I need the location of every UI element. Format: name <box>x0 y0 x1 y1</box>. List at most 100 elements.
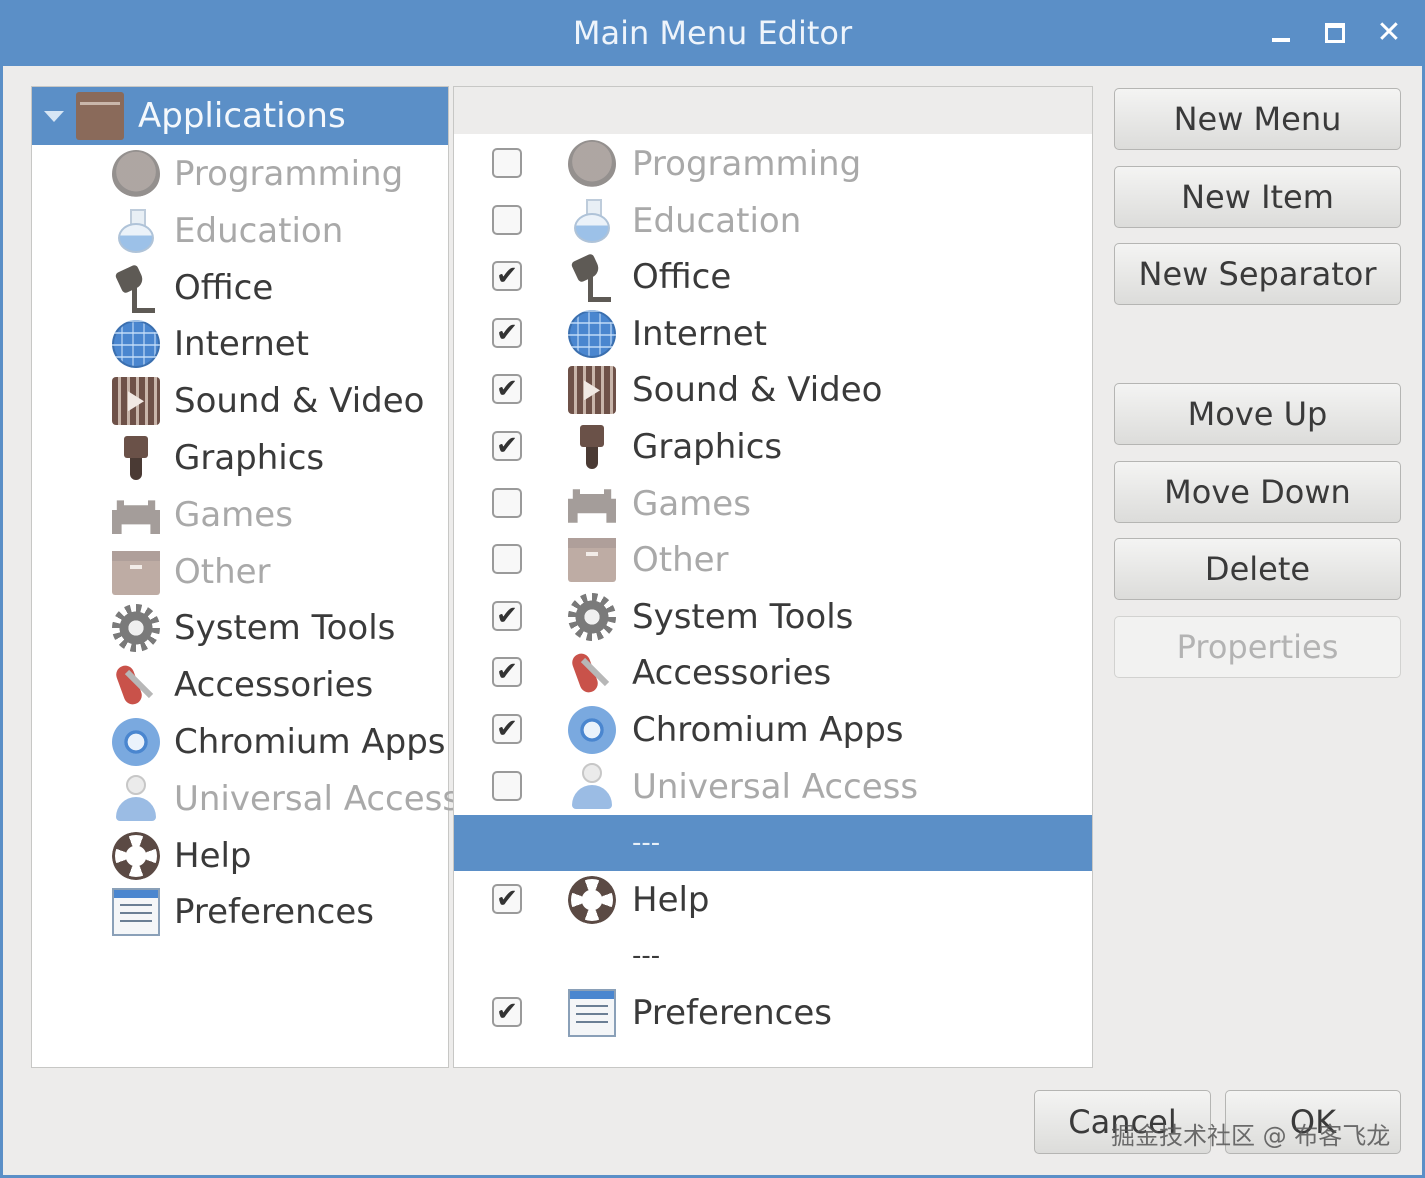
tree-item-internet[interactable]: Internet <box>112 316 309 372</box>
list-row-separator[interactable]: --- <box>454 815 1092 872</box>
list-row-help[interactable]: ✔ Help <box>454 872 1092 928</box>
visibility-checkbox[interactable]: ✔ <box>492 883 522 914</box>
menu-items-list[interactable]: Programming Education ✔ Office ✔ Internet ✔ Sou… <box>453 86 1093 1068</box>
list-row-label: Graphics <box>632 427 783 467</box>
tree-item-graphics[interactable]: Graphics <box>112 430 324 486</box>
maximize-icon[interactable] <box>1320 18 1350 48</box>
visibility-checkbox[interactable]: ✔ <box>492 657 522 688</box>
universal-access-icon <box>568 762 616 811</box>
new-menu-button[interactable]: New Menu <box>1114 88 1401 150</box>
system-tools-icon <box>568 592 616 641</box>
tree-item-label: Preferences <box>174 892 374 933</box>
move-down-button[interactable]: Move Down <box>1114 461 1401 523</box>
folder-icon <box>76 92 124 140</box>
tree-item-education[interactable]: Education <box>112 203 343 259</box>
tree-item-system-tools[interactable]: System Tools <box>112 600 395 656</box>
visibility-checkbox[interactable]: ✔ <box>492 261 522 292</box>
tree-item-programming[interactable]: Programming <box>112 146 403 202</box>
tree-item-other[interactable]: Other <box>112 544 271 600</box>
list-row-universal-access[interactable]: Universal Access <box>454 759 1092 815</box>
preferences-icon <box>568 989 616 1037</box>
office-icon <box>568 253 616 303</box>
tree-item-universal-access[interactable]: Universal Access <box>112 771 460 827</box>
new-separator-button[interactable]: New Separator <box>1114 243 1401 305</box>
tree-item-label: Universal Access <box>174 778 461 819</box>
list-row-accessories[interactable]: ✔ Accessories <box>454 645 1092 701</box>
internet-icon <box>112 320 160 369</box>
accessories-icon <box>112 661 160 709</box>
tree-item-games[interactable]: Games <box>112 487 293 543</box>
education-icon <box>112 207 160 255</box>
universal-access-icon <box>112 774 160 823</box>
tree-item-label: Graphics <box>174 438 325 478</box>
watermark-text: 掘金技术社区 @ 布客飞龙 <box>1111 1122 1391 1150</box>
title-bar: Main Menu Editor ✕ <box>3 0 1422 66</box>
help-icon <box>568 875 616 924</box>
system-tools-icon <box>112 604 160 653</box>
list-row-label: Office <box>632 257 732 298</box>
tree-item-sound-and-video[interactable]: Sound & Video <box>112 373 424 429</box>
visibility-checkbox[interactable]: ✔ <box>492 714 522 744</box>
sound-video-icon <box>568 366 616 415</box>
tree-item-label: Games <box>174 494 293 535</box>
close-icon[interactable]: ✕ <box>1374 18 1404 48</box>
games-icon <box>112 500 160 534</box>
tree-item-office[interactable]: Office <box>112 260 273 316</box>
delete-button[interactable]: Delete <box>1114 538 1401 600</box>
visibility-checkbox[interactable]: ✔ <box>492 317 522 348</box>
visibility-checkbox[interactable] <box>492 487 522 518</box>
tree-item-chromium-apps[interactable]: Chromium Apps <box>112 714 446 770</box>
menu-tree[interactable]: Applications Programming Education Office I… <box>31 86 460 1068</box>
list-row-chromium-apps[interactable]: ✔ Chromium Apps <box>454 702 1092 758</box>
other-icon <box>112 550 160 595</box>
tree-item-accessories[interactable]: Accessories <box>112 657 373 713</box>
list-row-internet[interactable]: ✔ Internet <box>454 306 1092 362</box>
chromium-icon <box>112 718 160 766</box>
internet-icon <box>568 309 616 358</box>
list-row-games[interactable]: Games <box>454 476 1092 532</box>
visibility-checkbox[interactable]: ✔ <box>492 374 522 405</box>
visibility-checkbox[interactable]: ✔ <box>492 431 522 461</box>
move-up-button[interactable]: Move Up <box>1114 383 1401 445</box>
tree-item-preferences[interactable]: Preferences <box>112 884 374 940</box>
minimize-icon[interactable] <box>1266 18 1296 48</box>
tree-item-label: System Tools <box>174 608 396 649</box>
tree-item-label: Sound & Video <box>174 381 425 422</box>
expander-arrow-icon[interactable] <box>44 110 64 122</box>
graphics-icon <box>112 434 160 482</box>
list-row-other[interactable]: Other <box>454 532 1092 588</box>
list-row-label: Sound & Video <box>632 370 883 411</box>
visibility-checkbox[interactable] <box>492 204 522 235</box>
visibility-checkbox[interactable] <box>492 544 522 575</box>
preferences-icon <box>112 888 160 937</box>
list-row-preferences[interactable]: ✔ Preferences <box>454 985 1092 1041</box>
list-row-label: --- <box>632 828 661 859</box>
graphics-icon <box>568 423 616 471</box>
list-row-label: System Tools <box>632 596 854 637</box>
list-row-graphics[interactable]: ✔ Graphics <box>454 419 1092 475</box>
visibility-checkbox[interactable] <box>492 770 522 801</box>
visibility-checkbox[interactable]: ✔ <box>492 600 522 631</box>
office-icon <box>112 264 160 313</box>
visibility-checkbox[interactable] <box>492 148 522 178</box>
list-row-separator[interactable]: --- <box>454 928 1092 984</box>
list-row-label: --- <box>632 941 661 972</box>
list-row-label: Games <box>632 483 751 524</box>
tree-root-applications[interactable]: Applications <box>32 87 448 145</box>
list-row-programming[interactable]: Programming <box>454 136 1092 192</box>
tree-root-label: Applications <box>138 96 346 136</box>
new-item-button[interactable]: New Item <box>1114 166 1401 228</box>
list-row-label: Chromium Apps <box>632 710 904 750</box>
list-row-office[interactable]: ✔ Office <box>454 249 1092 305</box>
tree-item-label: Programming <box>174 154 404 194</box>
list-row-system-tools[interactable]: ✔ System Tools <box>454 589 1092 645</box>
list-header <box>454 87 1092 134</box>
tree-item-label: Office <box>174 267 274 308</box>
list-row-education[interactable]: Education <box>454 193 1092 249</box>
tree-item-help[interactable]: Help <box>112 828 252 884</box>
properties-button[interactable]: Properties <box>1114 616 1401 678</box>
list-row-sound-and-video[interactable]: ✔ Sound & Video <box>454 362 1092 418</box>
other-icon <box>568 538 616 583</box>
programming-icon <box>568 140 616 188</box>
visibility-checkbox[interactable]: ✔ <box>492 997 522 1027</box>
